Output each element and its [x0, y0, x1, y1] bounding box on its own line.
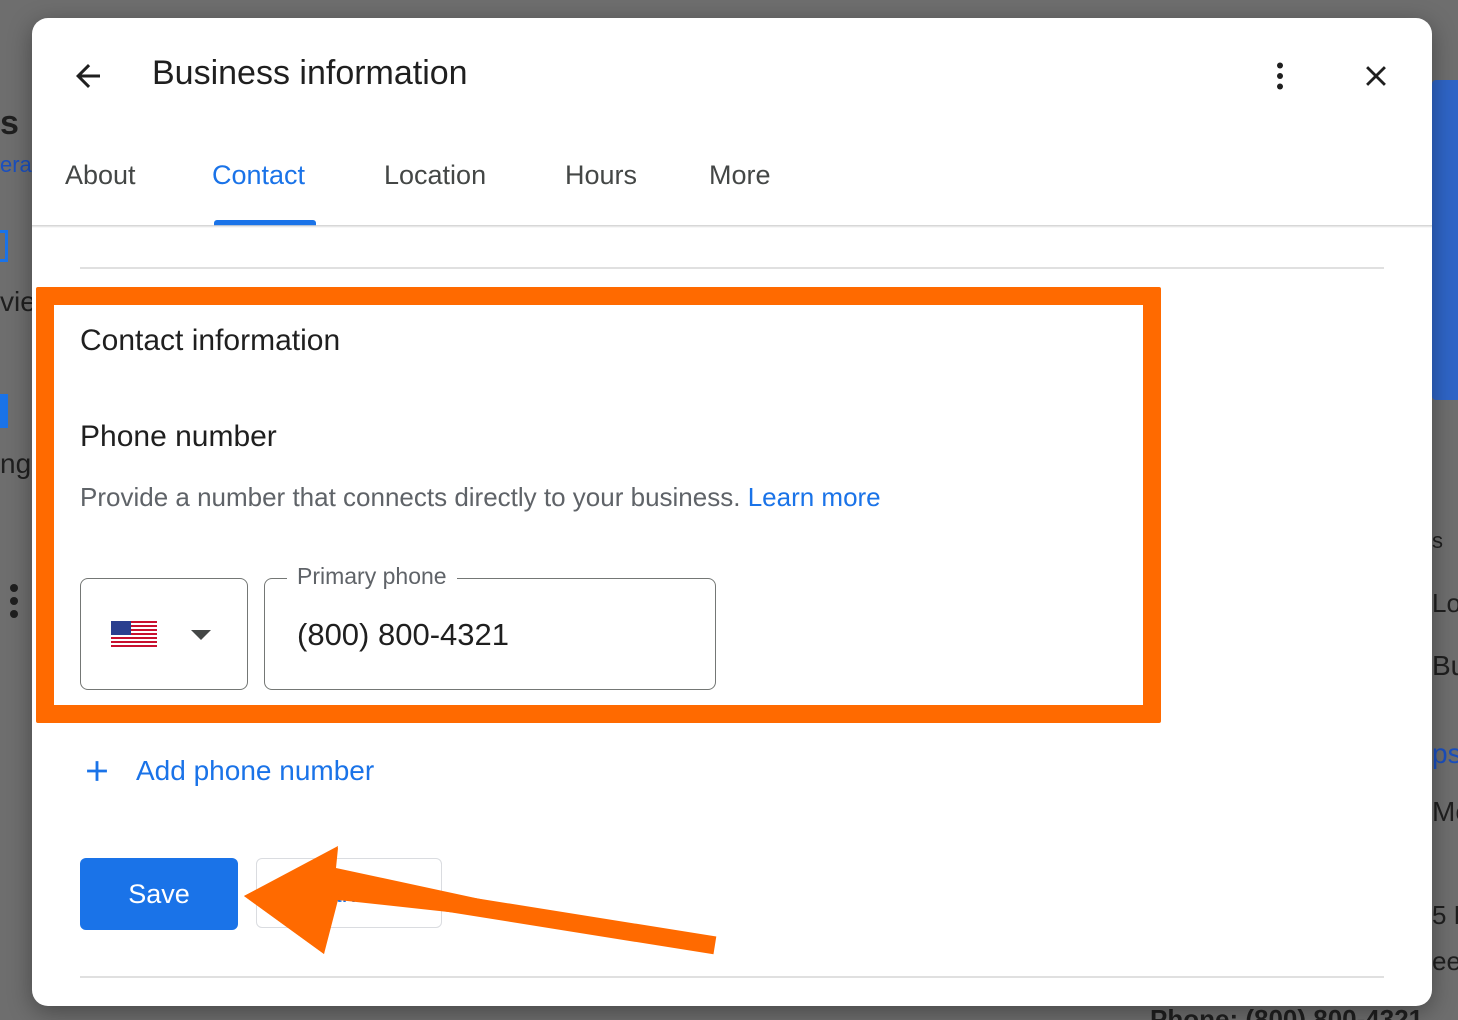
dialog-title: Business information — [152, 54, 468, 92]
add-phone-number-button[interactable]: Add phone number — [80, 754, 374, 788]
primary-phone-input[interactable]: (800) 800-4321 — [297, 617, 509, 653]
bg-image — [1432, 80, 1458, 400]
learn-more-link[interactable]: Learn more — [748, 482, 881, 512]
cancel-button[interactable]: Cancel — [256, 858, 442, 928]
tab-more[interactable]: More — [709, 160, 771, 211]
tab-bar: About Contact Location Hours More — [32, 148, 1432, 228]
dialog-header: Business information About Contact Locat… — [32, 18, 1432, 228]
bg-icon — [0, 394, 8, 428]
bg-fragment: Me — [1432, 796, 1458, 827]
close-icon — [1366, 66, 1386, 86]
tab-hours[interactable]: Hours — [565, 160, 637, 211]
primary-phone-field[interactable]: Primary phone (800) 800-4321 — [264, 563, 716, 690]
helper-text: Provide a number that connects directly … — [80, 482, 741, 512]
section-title: Contact information — [80, 324, 341, 357]
bg-fragment: ee — [1432, 946, 1458, 976]
tab-about[interactable]: About — [65, 160, 136, 211]
phone-number-heading: Phone number — [80, 420, 277, 453]
divider — [80, 976, 1384, 978]
bg-dots-icon — [10, 584, 20, 618]
add-phone-label: Add phone number — [136, 755, 375, 786]
bg-fragment: vie — [0, 286, 36, 317]
bg-icon — [0, 230, 8, 262]
bg-fragment: 5 P — [1432, 900, 1458, 930]
tab-location[interactable]: Location — [384, 160, 486, 211]
country-code-select[interactable] — [80, 578, 248, 690]
tab-contact[interactable]: Contact — [212, 160, 305, 211]
arrow-back-icon — [76, 64, 100, 88]
bg-fragment: s — [0, 104, 19, 142]
back-button[interactable] — [62, 50, 114, 102]
primary-phone-label: Primary phone — [287, 563, 457, 590]
chevron-down-icon — [191, 630, 211, 640]
close-button[interactable] — [1350, 50, 1402, 102]
divider — [80, 267, 1384, 269]
bg-fragment: ps — [1432, 738, 1458, 769]
bg-fragment: Lor — [1432, 588, 1458, 618]
header-shadow — [32, 225, 1432, 228]
bg-fragment: Bu — [1432, 650, 1458, 681]
bg-fragment: s — [1432, 528, 1443, 553]
more-options-button[interactable] — [1254, 50, 1306, 102]
save-button[interactable]: Save — [80, 858, 238, 930]
phone-helper-text: Provide a number that connects directly … — [80, 482, 881, 513]
business-information-dialog: Business information About Contact Locat… — [32, 18, 1432, 1006]
bg-fragment: ng — [0, 448, 32, 479]
us-flag-icon — [111, 621, 157, 647]
bg-fragment: Phone: (800) 800-4321 — [1150, 1004, 1424, 1020]
more-vert-icon — [1277, 62, 1283, 90]
plus-icon — [87, 761, 107, 781]
